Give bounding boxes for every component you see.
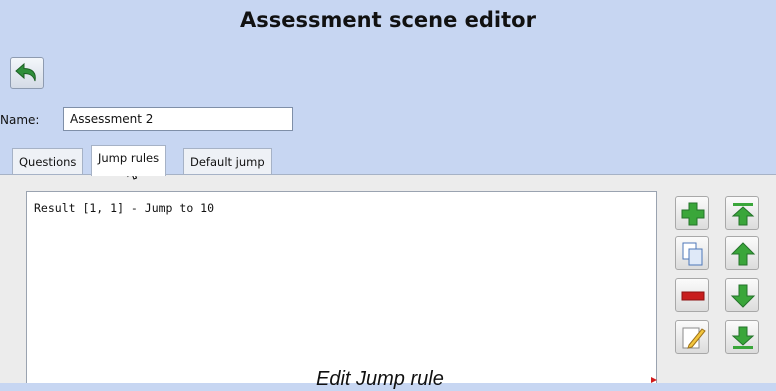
edit-icon <box>682 327 706 349</box>
tab-questions[interactable]: Questions <box>12 148 84 174</box>
tab-jump-rules[interactable]: Jump rules <box>91 145 167 176</box>
move-down-icon <box>730 284 756 308</box>
move-down-button[interactable] <box>725 278 759 312</box>
window-title: Assessment scene editor <box>240 8 536 32</box>
move-top-button[interactable] <box>725 196 759 230</box>
duplicate-rule-button[interactable] <box>675 236 709 270</box>
undo-arrow-icon <box>15 62 36 82</box>
duplicate-icon <box>682 242 703 266</box>
move-bottom-button[interactable] <box>725 320 759 354</box>
caption-text: Edit Jump rule <box>316 368 444 390</box>
move-up-button[interactable] <box>725 236 759 270</box>
edit-rule-button[interactable] <box>675 320 709 354</box>
name-label: Name: <box>0 113 40 127</box>
list-item[interactable]: Result [1, 1] - Jump to 10 <box>34 201 214 215</box>
name-field[interactable]: Assessment 2 <box>63 107 293 131</box>
remove-icon <box>681 291 705 301</box>
back-button[interactable] <box>10 57 44 89</box>
move-up-icon <box>730 242 756 266</box>
add-icon <box>681 202 705 226</box>
red-arrow-marker <box>651 377 657 383</box>
add-rule-button[interactable] <box>675 196 709 230</box>
tab-default-jump[interactable]: Default jump <box>183 148 272 174</box>
move-bottom-icon <box>731 326 755 349</box>
remove-rule-button[interactable] <box>675 278 709 312</box>
move-top-icon <box>731 203 755 226</box>
jump-rules-list[interactable]: Result [1, 1] - Jump to 10 <box>26 191 657 383</box>
